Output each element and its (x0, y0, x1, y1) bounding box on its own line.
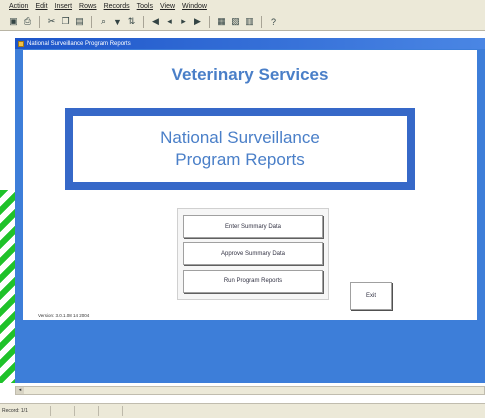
form-icon (18, 40, 24, 47)
next-record-icon[interactable]: ▸ (178, 16, 189, 27)
version-label: Version: 3.0.1.08 14 2004 (38, 313, 90, 318)
approve-summary-data-button[interactable]: Approve Summary Data (183, 242, 323, 266)
main-form: Veterinary Services National Surveillanc… (23, 50, 477, 320)
status-divider (121, 406, 124, 416)
help-icon[interactable]: ? (268, 16, 279, 27)
toolbar: ▣ ⎙ ✂ ❐ ▤ ⌕ ▼ ⇅ ◀ ◂ ▸ ▶ ▦ ▧ ▥ ? (0, 13, 485, 31)
page-heading: Veterinary Services (171, 65, 329, 84)
title-line-1: National Surveillance (160, 128, 320, 147)
status-divider (97, 406, 100, 416)
menu-rows[interactable]: Rows (79, 3, 97, 10)
last-record-icon[interactable]: ▶ (192, 16, 203, 27)
first-record-icon[interactable]: ◀ (150, 16, 161, 27)
database-icon[interactable]: ▥ (244, 16, 255, 27)
window-titlebar[interactable]: National Surveillance Program Reports (15, 38, 485, 49)
toolbar-separator (143, 15, 144, 28)
menu-records[interactable]: Records (104, 3, 130, 10)
status-divider (49, 406, 52, 416)
paste-icon[interactable]: ▤ (74, 16, 85, 27)
save-icon[interactable]: ▣ (8, 16, 19, 27)
exit-button[interactable]: Exit (350, 282, 392, 310)
menu-view[interactable]: View (160, 3, 175, 10)
copy-icon[interactable]: ❐ (60, 16, 71, 27)
title-inner: National Surveillance Program Reports (73, 116, 407, 182)
title-line-2: Program Reports (175, 150, 305, 169)
bottom-area: ◂ Record: 1/1 (0, 383, 485, 418)
scroll-left-icon[interactable]: ◂ (16, 387, 24, 394)
button-panel: Enter Summary Data Approve Summary Data … (177, 208, 329, 300)
toolbar-separator (91, 15, 92, 28)
background-decoration (0, 190, 16, 390)
menu-window[interactable]: Window (182, 3, 207, 10)
prev-record-icon[interactable]: ◂ (164, 16, 175, 27)
form-window: National Surveillance Program Reports Ve… (15, 38, 485, 383)
find-icon[interactable]: ⌕ (98, 16, 109, 27)
run-program-reports-button[interactable]: Run Program Reports (183, 269, 323, 293)
cut-icon[interactable]: ✂ (46, 16, 57, 27)
toolbar-separator (39, 15, 40, 28)
menu-tools[interactable]: Tools (137, 3, 153, 10)
toolbar-separator (209, 15, 210, 28)
print-icon[interactable]: ⎙ (22, 16, 33, 27)
new-record-icon[interactable]: ▦ (216, 16, 227, 27)
title-box: National Surveillance Program Reports (65, 108, 415, 190)
menu-insert[interactable]: Insert (55, 3, 73, 10)
horizontal-scrollbar[interactable]: ◂ (15, 386, 485, 395)
menu-bar: Action Edit Insert Rows Records Tools Vi… (0, 0, 485, 13)
status-text: Record: 1/1 (2, 408, 28, 414)
sort-icon[interactable]: ⇅ (126, 16, 137, 27)
menu-action[interactable]: Action (9, 3, 28, 10)
menu-edit[interactable]: Edit (35, 3, 47, 10)
status-divider (73, 406, 76, 416)
status-bar: Record: 1/1 (0, 403, 485, 418)
window-title: National Surveillance Program Reports (27, 40, 131, 47)
delete-record-icon[interactable]: ▧ (230, 16, 241, 27)
enter-summary-data-button[interactable]: Enter Summary Data (183, 215, 323, 239)
toolbar-separator (261, 15, 262, 28)
filter-icon[interactable]: ▼ (112, 16, 123, 27)
